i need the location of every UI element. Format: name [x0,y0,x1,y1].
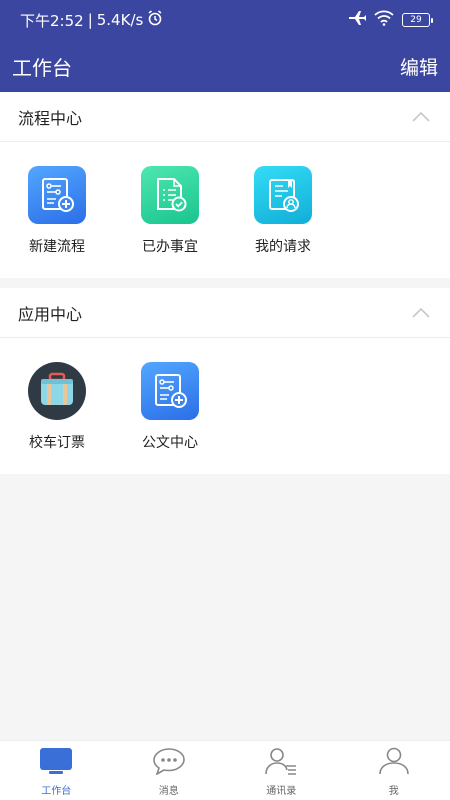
tab-me[interactable]: 我 [338,741,450,800]
new-process-icon [28,166,86,224]
app-bar: 工作台 编辑 [0,40,450,92]
section-header[interactable]: 流程中心 [0,92,450,142]
tab-label: 消息 [158,786,179,797]
chevron-up-icon[interactable] [410,106,432,128]
battery-icon: 29 [402,13,433,27]
section-process-center: 流程中心 新建流程 已办事宜 我的请求 [0,92,450,278]
tile-grid: 新建流程 已办事宜 我的请求 [0,142,450,278]
tile-document-center[interactable]: 公文中心 [125,362,215,452]
luggage-icon [28,362,86,420]
tab-workbench[interactable]: 工作台 [0,741,113,800]
chat-bubble-icon [152,747,186,779]
tile-school-bus-ticket[interactable]: 校车订票 [12,362,102,452]
monitor-icon [39,747,73,779]
tile-label: 新建流程 [29,239,85,255]
tile-label: 校车订票 [29,435,85,451]
alarm-icon [147,10,163,30]
status-bar: 下午2:52 | 5.4K/s 29 [0,0,450,40]
tab-label: 工作台 [41,786,72,797]
tab-contacts[interactable]: 通讯录 [225,741,338,800]
section-app-center: 应用中心 校车订票 公文中心 [0,288,450,474]
section-title: 流程中心 [18,108,83,128]
battery-level: 29 [410,15,422,25]
tile-grid: 校车订票 公文中心 [0,338,450,474]
edit-button[interactable]: 编辑 [400,53,438,80]
wifi-icon [374,10,394,30]
tab-messages[interactable]: 消息 [113,741,226,800]
section-header[interactable]: 应用中心 [0,288,450,338]
tile-label: 我的请求 [255,239,311,255]
tab-label: 我 [388,786,399,797]
tile-new-process[interactable]: 新建流程 [12,166,102,256]
section-title: 应用中心 [18,304,83,324]
tile-label: 公文中心 [142,435,198,451]
status-separator: | [87,11,93,29]
tile-my-requests[interactable]: 我的请求 [238,166,328,256]
tab-label: 通讯录 [266,786,297,797]
my-requests-icon [254,166,312,224]
network-speed: 5.4K/s [96,11,144,29]
top-bar: 下午2:52 | 5.4K/s 29 工作台 编辑 [0,0,450,92]
page-title: 工作台 [12,55,72,80]
done-tasks-icon [141,166,199,224]
status-time: 下午2:52 [20,11,84,30]
bottom-tab-bar: 工作台 消息 通讯录 我 [0,740,450,800]
document-center-icon [141,362,199,420]
contacts-icon [264,747,298,779]
tile-done-tasks[interactable]: 已办事宜 [125,166,215,256]
person-icon [377,747,411,779]
chevron-up-icon[interactable] [410,302,432,324]
airplane-icon [348,10,367,30]
tile-label: 已办事宜 [142,239,198,255]
